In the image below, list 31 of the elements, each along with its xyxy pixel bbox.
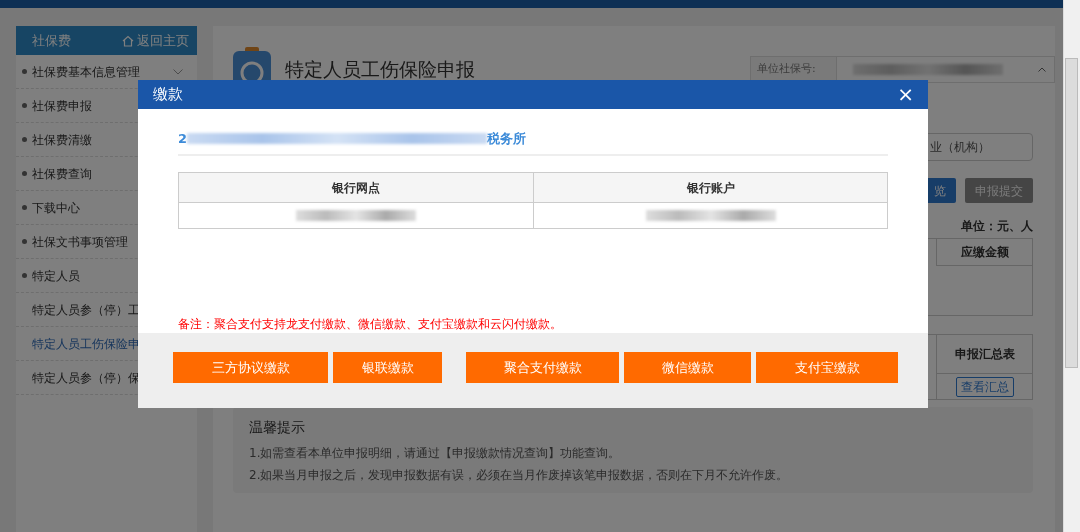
office-name-start: 2 [178,129,188,148]
view-summary-button[interactable]: 查看汇总 [955,376,1014,397]
chevron-up-icon [1038,66,1046,72]
bullet-icon [22,239,27,244]
chevron-down-icon [173,68,183,75]
sidebar-title: 社保费 [32,31,71,50]
home-icon [122,34,134,47]
home-link[interactable]: 返回主页 [122,30,189,51]
table-header: 银行网点 [179,173,533,203]
tip-text: 1.如需查看本单位申报明细，请通过【申报缴款情况查询】功能查询。 [249,445,622,462]
page-title: 特定人员工伤保险申报 [285,56,475,82]
tip-text: 2.如果当月申报之后，发现申报数据有误，必须在当月作废掉该笔申报数据，否则在下月不允许作废。 [249,467,790,484]
payment-button[interactable]: 支付宝缴款 [756,352,898,383]
bullet-icon [22,103,27,108]
bullet-icon [22,205,27,210]
payment-button[interactable]: 微信缴款 [624,352,751,383]
table-header: 应缴金额 [936,239,1032,266]
office-name-end: 税务所 [487,129,527,148]
table-header: 申报汇总表 [936,335,1032,375]
bullet-icon [22,273,27,278]
bullet-icon [22,69,27,74]
payment-button[interactable]: 银联缴款 [333,352,442,383]
unit-label: 单位：元、人 [961,218,1033,235]
bullet-icon [22,171,27,176]
bullet-icon [22,137,27,142]
tips-title: 温馨提示 [249,418,306,437]
close-button[interactable]: × [897,84,914,105]
scrollbar[interactable] [1063,0,1080,532]
payment-button[interactable]: 三方协议缴款 [173,352,328,383]
table-header: 银行账户 [533,173,887,203]
payment-button[interactable]: 聚合支付缴款 [466,352,619,383]
